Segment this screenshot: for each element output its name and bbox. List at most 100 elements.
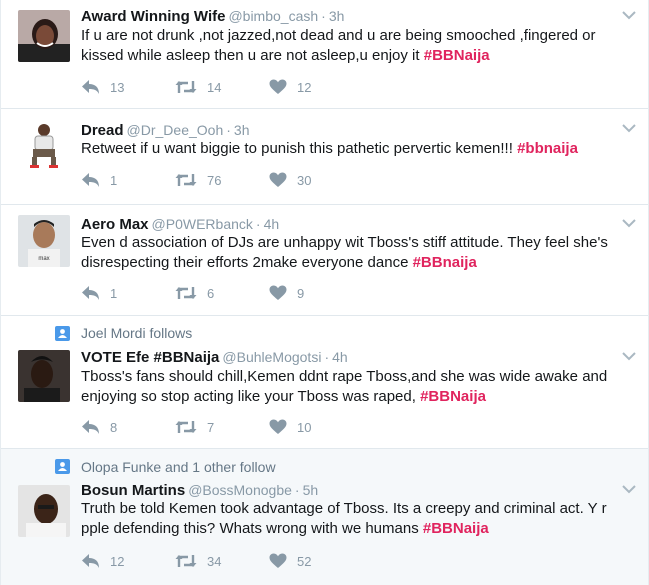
- hashtag-link[interactable]: #BBnaija: [413, 254, 477, 271]
- svg-text:max: max: [38, 256, 49, 262]
- retweet-button[interactable]: 6: [175, 285, 269, 301]
- retweet-icon: [175, 81, 197, 93]
- chevron-down-icon[interactable]: [622, 10, 636, 20]
- chevron-down-icon[interactable]: [622, 351, 636, 361]
- tweet-header: Bosun Martins @BossMonogbe · 5h: [81, 482, 319, 499]
- reply-icon: [82, 286, 99, 300]
- fullname[interactable]: Dread: [81, 122, 124, 139]
- tweet-text: Retweet if u want biggie to punish this …: [81, 140, 578, 157]
- hashtag-link[interactable]: #BBNaija: [424, 47, 490, 64]
- avatar[interactable]: max: [18, 215, 70, 267]
- tweet-text: If u are not drunk ,not jazzed,not dead …: [81, 27, 596, 64]
- retweet-button[interactable]: 34: [175, 553, 269, 569]
- fullname[interactable]: Aero Max: [81, 216, 149, 233]
- heart-icon: [269, 419, 287, 434]
- hashtag-link[interactable]: #bbnaija: [517, 140, 578, 157]
- like-count: 30: [297, 172, 312, 188]
- avatar[interactable]: [18, 485, 70, 537]
- social-context[interactable]: Joel Mordi follows: [81, 323, 192, 343]
- reply-button[interactable]: 12: [81, 553, 175, 569]
- timeline-feed: Award Winning Wife @bimbo_cash · 3h If u ar…: [0, 0, 649, 585]
- retweet-icon: [175, 174, 197, 186]
- tweet-actions: 1 6 9: [81, 283, 363, 303]
- heart-icon: [269, 79, 287, 94]
- fullname[interactable]: VOTE Efe #BBNaija: [81, 349, 219, 366]
- retweet-button[interactable]: 7: [175, 419, 269, 435]
- tweet-actions: 1 76 30: [81, 170, 363, 190]
- tweet-text: Tboss's fans should chill,Kemen ddnt rap…: [81, 368, 608, 405]
- like-button[interactable]: 9: [269, 285, 363, 301]
- reply-icon: [82, 173, 99, 187]
- like-count: 52: [297, 553, 312, 569]
- like-button[interactable]: 10: [269, 419, 363, 435]
- retweet-count: 34: [207, 553, 222, 569]
- retweet-count: 6: [207, 285, 215, 301]
- like-count: 12: [297, 79, 312, 95]
- fullname[interactable]: Award Winning Wife: [81, 8, 225, 25]
- hashtag-link[interactable]: #BBNaija: [423, 520, 489, 537]
- reply-count: 8: [110, 419, 118, 435]
- tweet[interactable]: Olopa Funke and 1 other follow Bosun Mar…: [1, 449, 648, 585]
- tweet[interactable]: Award Winning Wife @bimbo_cash · 3h If u ar…: [1, 0, 648, 109]
- username[interactable]: @BossMonogbe: [188, 482, 292, 498]
- hashtag-link[interactable]: #BBNaija: [420, 388, 486, 405]
- retweet-icon: [175, 555, 197, 567]
- tweet[interactable]: Dread @Dr_Dee_Ooh · 3h Retweet if u want bi…: [1, 109, 648, 205]
- tweet-text: Truth be told Kemen took advantage of Tb…: [81, 500, 607, 537]
- avatar[interactable]: [18, 119, 70, 171]
- tweet-header: VOTE Efe #BBNaija @BuhleMogotsi · 4h: [81, 349, 348, 366]
- reply-icon: [82, 420, 99, 434]
- like-count: 9: [297, 285, 305, 301]
- retweet-button[interactable]: 76: [175, 172, 269, 188]
- username[interactable]: @BuhleMogotsi: [222, 349, 321, 365]
- timestamp[interactable]: 5h: [303, 482, 319, 498]
- reply-button[interactable]: 8: [81, 419, 175, 435]
- like-button[interactable]: 30: [269, 172, 363, 188]
- avatar[interactable]: [18, 10, 70, 62]
- retweet-icon: [175, 421, 197, 433]
- heart-icon: [269, 172, 287, 187]
- tweet-header: Aero Max @P0WERbanck · 4h: [81, 216, 280, 233]
- tweet-actions: 13 14 12: [81, 77, 363, 97]
- reply-icon: [82, 554, 99, 568]
- retweet-count: 14: [207, 79, 222, 95]
- chevron-down-icon[interactable]: [622, 484, 636, 494]
- username[interactable]: @P0WERbanck: [152, 216, 253, 232]
- username[interactable]: @bimbo_cash: [228, 8, 318, 24]
- reply-count: 1: [110, 172, 118, 188]
- tweet[interactable]: max Aero Max @P0WERbanck · 4h Even d associ…: [1, 205, 648, 316]
- like-button[interactable]: 52: [269, 553, 363, 569]
- heart-icon: [269, 285, 287, 300]
- tweet-header: Dread @Dr_Dee_Ooh · 3h: [81, 122, 250, 139]
- retweet-button[interactable]: 14: [175, 79, 269, 95]
- retweet-count: 7: [207, 419, 215, 435]
- timestamp[interactable]: 3h: [234, 122, 250, 138]
- reply-count: 13: [110, 79, 125, 95]
- fullname[interactable]: Bosun Martins: [81, 482, 185, 499]
- tweet-header: Award Winning Wife @bimbo_cash · 3h: [81, 8, 345, 25]
- avatar[interactable]: [18, 350, 70, 402]
- tweet-text: Even d association of DJs are unhappy wi…: [81, 234, 608, 271]
- like-button[interactable]: 12: [269, 79, 363, 95]
- reply-count: 12: [110, 553, 125, 569]
- retweet-icon: [175, 287, 197, 299]
- reply-button[interactable]: 13: [81, 79, 175, 95]
- timestamp[interactable]: 3h: [329, 8, 345, 24]
- reply-button[interactable]: 1: [81, 285, 175, 301]
- timestamp[interactable]: 4h: [332, 349, 348, 365]
- timestamp[interactable]: 4h: [264, 216, 280, 232]
- retweet-count: 76: [207, 172, 222, 188]
- tweet-actions: 12 34 52: [81, 551, 363, 571]
- tweet-actions: 8 7 10: [81, 417, 363, 437]
- social-context[interactable]: Olopa Funke and 1 other follow: [81, 457, 276, 477]
- reply-button[interactable]: 1: [81, 172, 175, 188]
- heart-icon: [269, 553, 287, 568]
- like-count: 10: [297, 419, 312, 435]
- username[interactable]: @Dr_Dee_Ooh: [127, 122, 224, 138]
- person-icon: [55, 459, 70, 474]
- person-icon: [55, 326, 70, 341]
- reply-icon: [82, 80, 99, 94]
- chevron-down-icon[interactable]: [622, 218, 636, 228]
- tweet[interactable]: Joel Mordi follows VOTE Efe #BBNaija @Buh…: [1, 316, 648, 449]
- chevron-down-icon[interactable]: [622, 123, 636, 133]
